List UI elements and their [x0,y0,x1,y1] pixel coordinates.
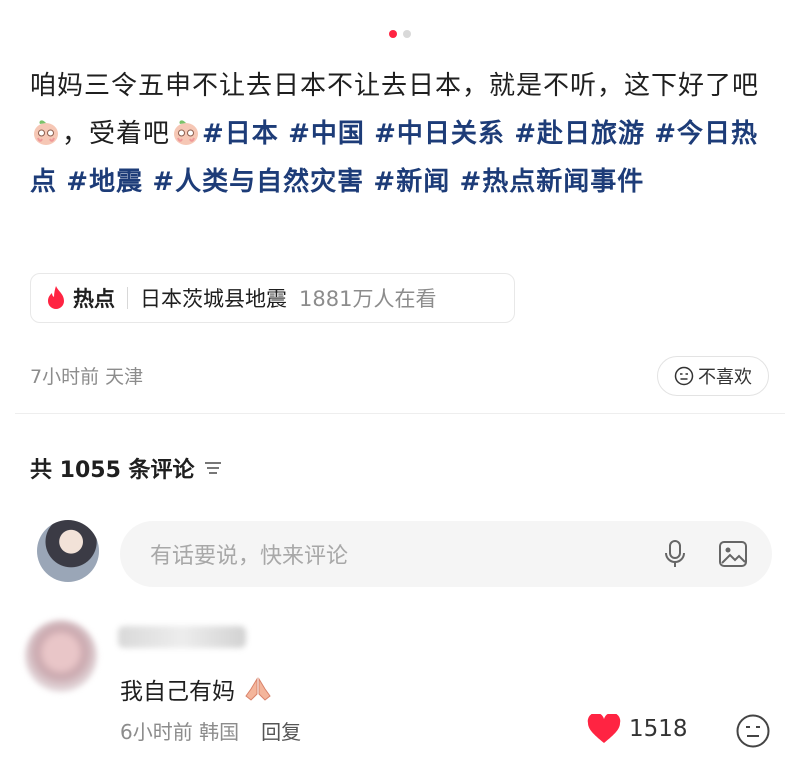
post-time-location: 7小时前 天津 [30,366,144,388]
neutral-face-icon[interactable] [735,713,771,749]
hashtag-link[interactable]: #日本 [202,119,279,149]
hashtag-link[interactable]: #新闻 [373,167,450,197]
comments-header[interactable]: 共 1055 条评论 [30,452,223,484]
hashtag-link[interactable]: #地震 [66,167,143,197]
divider [127,287,128,309]
hot-label: 热点 [73,287,115,311]
comment-input-placeholder: 有话要说，快来评论 [150,544,349,569]
carousel-dot-active [389,30,397,38]
commenter-name-blurred[interactable] [118,626,246,648]
comment-like-button[interactable]: 1518 [587,714,688,744]
my-avatar[interactable] [37,520,99,582]
carousel-dot [403,30,411,38]
neutral-face-icon [674,366,694,386]
post-text-b: ，受着吧 [62,119,171,149]
post-body: 咱妈三令五申不让去日本不让去日本，就是不听，这下好了吧 ，受着吧 #日本 #中国 #… [30,62,775,206]
comment-input[interactable]: 有话要说，快来评论 [120,521,772,587]
reply-button[interactable]: 回复 [261,716,301,745]
post-text-a: 咱妈三令五申不让去日本不让去日本，就是不听，这下好了吧 [30,71,760,101]
comment-content: 我自己有妈 [120,679,235,705]
comment-meta: 6小时前 韩国 回复 [120,716,301,745]
carousel-indicator [0,30,800,38]
hot-topic-card[interactable]: 热点 日本茨城县地震 1881万人在看 [30,273,515,323]
peach-face-emoji-icon [34,120,58,145]
microphone-icon[interactable] [662,539,688,569]
praying-hands-icon [245,677,271,701]
like-count: 1518 [629,716,688,742]
hot-topic-title: 日本茨城县地震 [140,287,287,311]
hashtag-link[interactable]: #中日关系 [374,119,505,149]
peach-face-emoji-icon [174,120,199,145]
comment-count: 共 1055 条评论 [30,458,195,483]
comment-time-location: 6小时前 韩国 [120,720,240,744]
comment-text: 我自己有妈 [120,672,273,706]
hashtag-link[interactable]: #热点新闻事件 [459,167,644,197]
section-divider [15,413,785,414]
hashtag-link[interactable]: #人类与自然灾害 [152,167,364,197]
flame-icon [48,286,64,309]
dislike-button[interactable]: 不喜欢 [657,356,769,396]
dislike-label: 不喜欢 [698,367,752,388]
heart-icon[interactable] [587,714,621,744]
hashtag-link[interactable]: #中国 [288,119,365,149]
hot-topic-views: 1881万人在看 [299,287,437,311]
commenter-avatar[interactable] [25,620,97,692]
image-icon[interactable] [718,539,748,569]
hashtag-link[interactable]: #赴日旅游 [514,119,645,149]
sort-icon[interactable] [203,460,223,476]
